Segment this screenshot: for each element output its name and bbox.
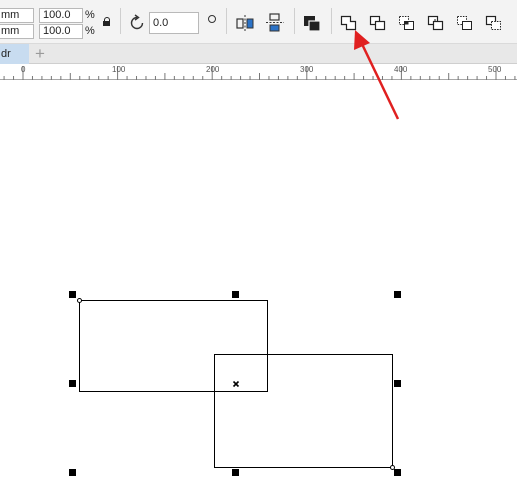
weld-icon[interactable]	[337, 11, 361, 35]
rotation-angle-input[interactable]: 0.0	[149, 12, 199, 34]
scale-width-input[interactable]: 100.0	[39, 8, 83, 23]
selection-handle-middle-right[interactable]	[394, 380, 401, 387]
selection-center-icon[interactable]	[232, 380, 240, 388]
node-point[interactable]	[77, 298, 82, 303]
trim-icon[interactable]	[366, 11, 390, 35]
selection-handle-top-left[interactable]	[69, 291, 76, 298]
simplify-icon[interactable]	[424, 11, 448, 35]
front-minus-back-icon[interactable]	[453, 11, 477, 35]
degree-icon	[208, 15, 216, 23]
separator	[331, 8, 332, 34]
drawing-canvas[interactable]	[0, 81, 517, 484]
horizontal-ruler: 0 100 200 300 400 500	[0, 64, 517, 80]
ruler-label: 100	[112, 65, 126, 74]
canvas-shapes	[77, 298, 395, 470]
scale-height-percent: %	[85, 25, 95, 37]
rectangle-shape-1[interactable]	[79, 300, 268, 392]
ruler-ticks	[3, 66, 516, 80]
rotate-icon	[128, 14, 146, 32]
ruler-label: 0	[21, 65, 26, 74]
mirror-vertical-icon[interactable]	[263, 11, 287, 35]
selection-handle-bottom-left[interactable]	[69, 469, 76, 476]
selection-handle-bottom-center[interactable]	[232, 469, 239, 476]
separator	[294, 8, 295, 34]
rectangle-shape-2[interactable]	[214, 354, 393, 468]
selection-handle-bottom-right[interactable]	[394, 469, 401, 476]
ruler-label: 300	[300, 65, 314, 74]
ruler-label: 400	[394, 65, 408, 74]
scale-height-input[interactable]: 100.0	[39, 24, 83, 39]
back-minus-front-icon[interactable]	[482, 11, 506, 35]
intersect-icon[interactable]	[395, 11, 419, 35]
ruler-label: 500	[488, 65, 502, 74]
bring-to-front-icon[interactable]	[300, 11, 324, 35]
scale-width-percent: %	[85, 9, 95, 21]
width-unit-field[interactable]: mm	[0, 8, 34, 23]
document-tab[interactable]: dr	[0, 44, 29, 64]
lock-ratio-icon[interactable]	[103, 17, 111, 26]
add-tab-button[interactable]: +	[31, 45, 49, 62]
selection-handle-middle-left[interactable]	[69, 380, 76, 387]
separator	[120, 8, 121, 34]
selection-handle-top-right[interactable]	[394, 291, 401, 298]
selection-handle-top-center[interactable]	[232, 291, 239, 298]
separator	[226, 8, 227, 34]
height-unit-field[interactable]: mm	[0, 24, 34, 39]
ruler-label: 200	[206, 65, 220, 74]
mirror-horizontal-icon[interactable]	[233, 11, 257, 35]
property-bar: mm mm 100.0 100.0 % % 0.0	[0, 0, 517, 44]
document-tab-bar: dr +	[0, 44, 517, 64]
